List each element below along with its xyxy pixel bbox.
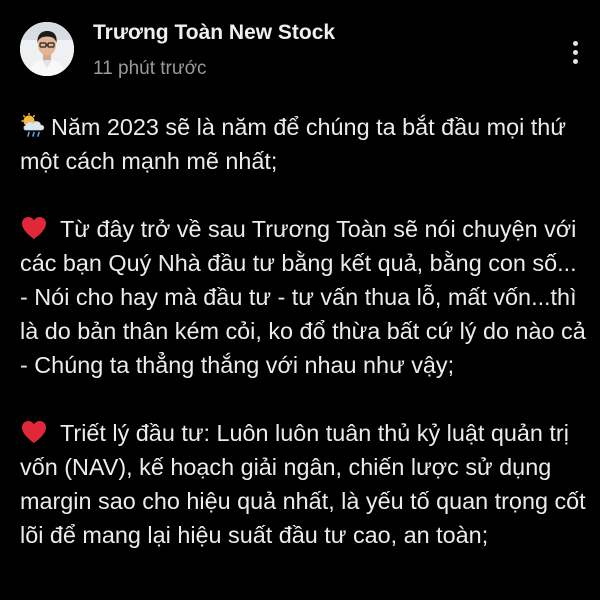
post-paragraph: Từ đây trở về sau Trương Toàn sẽ nói chu… <box>20 212 590 382</box>
cloud-sun-rain-icon <box>20 113 48 139</box>
more-vertical-icon-dot <box>572 58 578 64</box>
avatar-image <box>20 22 74 76</box>
post-paragraph-text: Triết lý đầu tư: Luôn luôn tuân thủ kỷ l… <box>20 420 586 548</box>
author-avatar[interactable] <box>20 22 74 76</box>
more-vertical-icon <box>572 40 578 46</box>
more-options-button[interactable] <box>562 36 588 68</box>
post-paragraph-text: Năm 2023 sẽ là năm để chúng ta bắt đầu m… <box>20 114 566 174</box>
post-timestamp: 11 phút trước <box>93 58 207 79</box>
red-heart-icon <box>20 419 48 445</box>
post-header: Trương Toàn New Stock 11 phút trước <box>0 0 600 90</box>
more-vertical-icon-dot <box>572 49 578 55</box>
post-paragraph-text: Từ đây trở về sau Trương Toàn sẽ nói chu… <box>20 216 586 378</box>
post-paragraph: Triết lý đầu tư: Luôn luôn tuân thủ kỷ l… <box>20 416 590 552</box>
red-heart-icon <box>20 215 48 241</box>
post-content: Năm 2023 sẽ là năm để chúng ta bắt đầu m… <box>20 110 590 586</box>
author-name[interactable]: Trương Toàn New Stock <box>93 21 335 45</box>
post-paragraph: Năm 2023 sẽ là năm để chúng ta bắt đầu m… <box>20 110 590 178</box>
